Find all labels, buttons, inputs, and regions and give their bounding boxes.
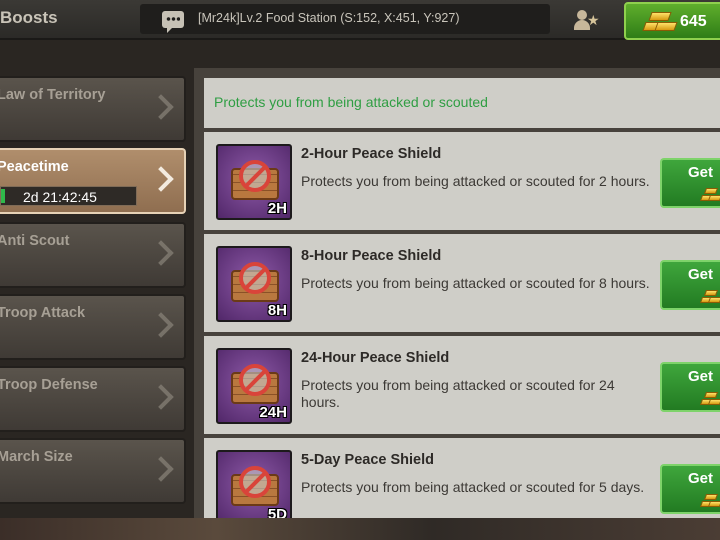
item-description: Protects you from being attacked or scou…: [301, 479, 645, 495]
sidebar-item-peacetime[interactable]: Peacetime 2d 21:42:45: [0, 148, 186, 214]
gold-bars-icon: [699, 184, 720, 204]
get-button[interactable]: Get: [660, 464, 720, 514]
sidebar-item-law-of-territory[interactable]: Law of Territory: [0, 76, 186, 142]
item-description: Protects you from being attacked or scou…: [301, 275, 650, 291]
chevron-right-icon: [148, 94, 174, 120]
sidebar-item-troop-attack[interactable]: Troop Attack: [0, 294, 186, 360]
timer-text: 2d 21:42:45: [23, 189, 97, 205]
sidebar-item-label: Anti Scout: [0, 233, 70, 249]
get-button[interactable]: Get: [660, 260, 720, 310]
peace-shield-icon: 2H: [216, 144, 292, 220]
chevron-right-icon: [148, 312, 174, 338]
gold-amount: 645: [680, 13, 707, 30]
top-bar: Boosts [Mr24k]Lv.2 Food Station (S:152, …: [0, 0, 720, 40]
item-duration: 8H: [267, 302, 287, 319]
boost-item-card: 5D 5-Day Peace Shield Protects you from …: [204, 438, 720, 518]
boost-item-card: 2H 2-Hour Peace Shield Protects you from…: [204, 132, 720, 230]
item-duration: 5D: [267, 506, 287, 518]
chat-message[interactable]: [Mr24k]Lv.2 Food Station (S:152, X:451, …: [198, 11, 460, 25]
peace-shield-icon: 24H: [216, 348, 292, 424]
background-scenery: [0, 518, 720, 540]
peacetime-timer: 2d 21:42:45: [0, 186, 137, 206]
gold-purchase-button[interactable]: 645: [624, 2, 720, 40]
sidebar-item-label: Law of Territory: [0, 87, 106, 103]
sidebar-item-label: Troop Attack: [0, 305, 86, 321]
item-duration: 24H: [259, 404, 287, 421]
boost-item-card: 8H 8-Hour Peace Shield Protects you from…: [204, 234, 720, 332]
sidebar-item-label: March Size: [0, 449, 73, 465]
alliance-icon[interactable]: ★: [574, 9, 600, 31]
get-button-label: Get: [688, 266, 714, 283]
get-button[interactable]: Get: [660, 362, 720, 412]
gold-bars-icon: [699, 490, 720, 510]
item-name: 5-Day Peace Shield: [301, 452, 434, 468]
sidebar-item-march-size[interactable]: March Size: [0, 438, 186, 504]
chevron-right-icon: [148, 384, 174, 410]
item-name: 2-Hour Peace Shield: [301, 146, 442, 162]
page-title: Boosts: [0, 8, 58, 27]
peace-shield-icon: 5D: [216, 450, 292, 518]
item-description: Protects you from being attacked or scou…: [301, 377, 615, 410]
item-duration: 2H: [267, 200, 287, 217]
chevron-right-icon: [148, 166, 174, 192]
gold-bars-icon: [642, 11, 678, 33]
timer-progress-bar: [1, 189, 5, 203]
chat-icon[interactable]: [162, 11, 184, 33]
category-description-bar: Protects you from being attacked or scou…: [204, 78, 720, 128]
category-description: Protects you from being attacked or scou…: [214, 94, 488, 110]
get-button-label: Get: [688, 470, 714, 487]
boost-category-sidebar: Law of Territory Peacetime 2d 21:42:45 A…: [0, 76, 188, 516]
get-button[interactable]: Get: [660, 158, 720, 208]
boost-item-card: 24H 24-Hour Peace Shield Protects you fr…: [204, 336, 720, 434]
gold-bars-icon: [699, 388, 720, 408]
get-button-label: Get: [688, 164, 714, 181]
sidebar-item-label: Troop Defense: [0, 377, 98, 393]
sidebar-item-anti-scout[interactable]: Anti Scout: [0, 222, 186, 288]
peace-shield-icon: 8H: [216, 246, 292, 322]
chevron-right-icon: [148, 456, 174, 482]
sidebar-item-troop-defense[interactable]: Troop Defense: [0, 366, 186, 432]
item-name: 24-Hour Peace Shield: [301, 350, 450, 366]
chat-ticker[interactable]: [Mr24k]Lv.2 Food Station (S:152, X:451, …: [140, 4, 550, 34]
item-name: 8-Hour Peace Shield: [301, 248, 442, 264]
item-description: Protects you from being attacked or scou…: [301, 173, 650, 189]
chevron-right-icon: [148, 240, 174, 266]
sidebar-item-label: Peacetime: [0, 159, 69, 175]
gold-bars-icon: [699, 286, 720, 306]
get-button-label: Get: [688, 368, 714, 385]
